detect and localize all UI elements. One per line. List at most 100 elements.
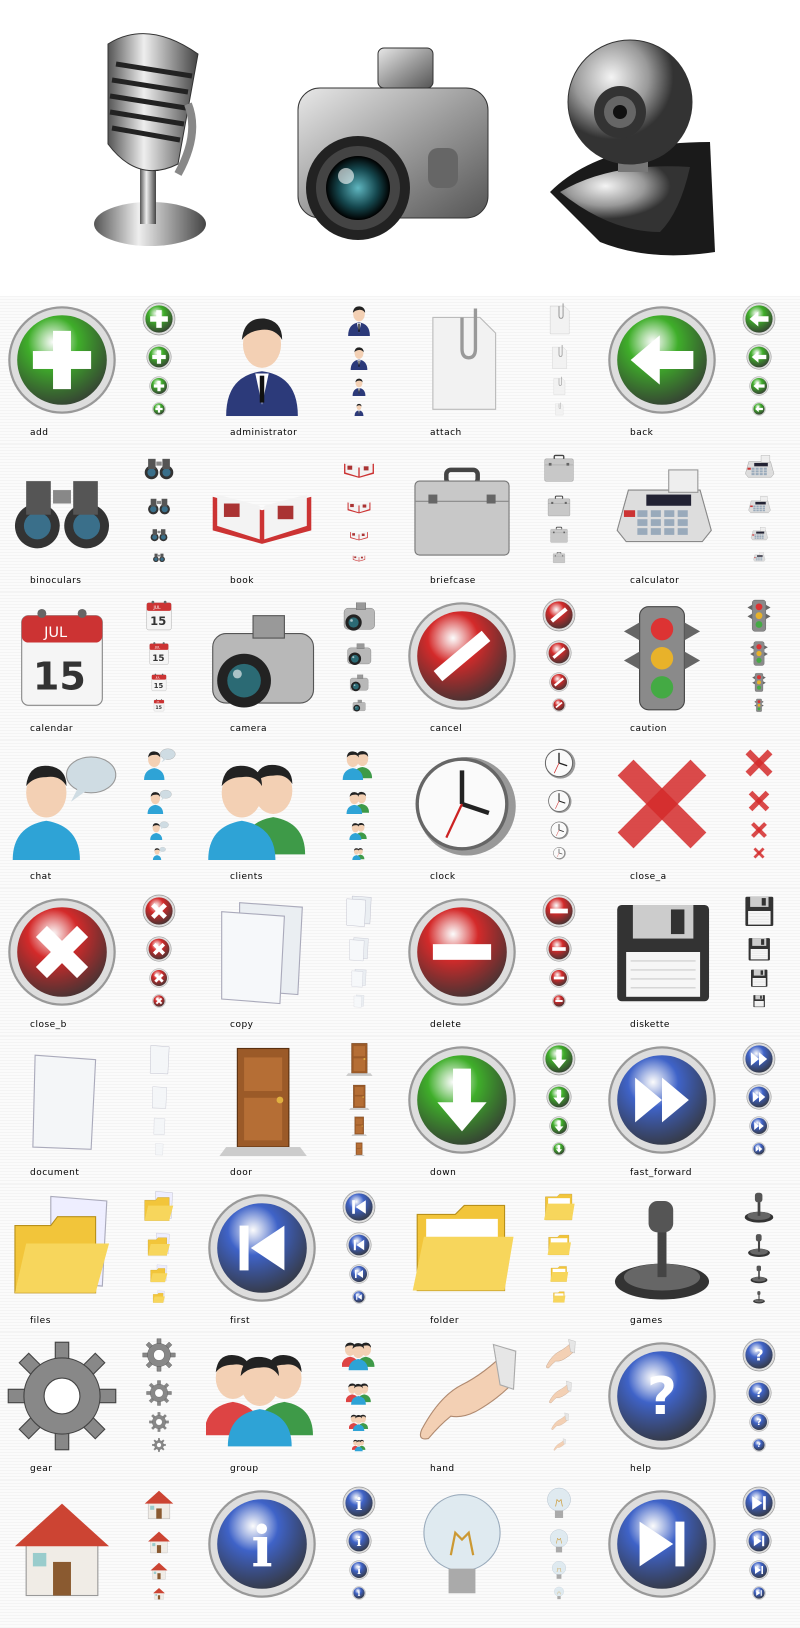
icon-cell[interactable]: book — [200, 444, 400, 592]
icon-label: gear — [30, 1464, 53, 1474]
icon-cell[interactable]: diskette — [600, 888, 800, 1036]
next-icon — [608, 1490, 716, 1598]
cancel-icon — [552, 698, 566, 712]
calculator-icon — [616, 469, 712, 543]
administrator-icon — [226, 318, 298, 416]
diskette-icon — [751, 969, 768, 987]
icon-cell[interactable]: camera — [200, 592, 400, 740]
icon-cell[interactable]: first — [200, 1184, 400, 1332]
icon-cell[interactable]: JUL 15 JUL 15 JUL 15 JUL 15 JUL 15 calendar — [0, 592, 200, 740]
attach-icon — [432, 308, 497, 410]
close-a-icon — [753, 847, 765, 859]
icon-size-variants — [542, 598, 582, 718]
icon-cell[interactable]: games — [600, 1184, 800, 1332]
gear-icon — [146, 1380, 172, 1406]
icon-cell[interactable]: cancel — [400, 592, 600, 740]
first-icon — [346, 1232, 372, 1258]
icon-cell[interactable]: caution — [600, 592, 800, 740]
icon-row: JUL 15 JUL 15 JUL 15 JUL 15 JUL 15 calendar camera … — [0, 592, 800, 740]
folder-icon — [412, 1204, 514, 1292]
icon-cell[interactable]: briefcase — [400, 444, 600, 592]
lightbulb-icon — [423, 1494, 501, 1594]
icon-label: door — [230, 1168, 253, 1178]
icon-size-variants — [542, 1042, 582, 1162]
attach-icon — [553, 376, 566, 395]
cancel-icon — [546, 640, 572, 666]
icon-cell[interactable]: fast_forward — [600, 1036, 800, 1184]
icon-cell[interactable]: chat — [0, 740, 200, 888]
icon-label: clients — [230, 872, 263, 882]
icon-size-variants — [542, 1190, 582, 1310]
icon-cell[interactable]: files — [0, 1184, 200, 1332]
icon-cell[interactable] — [600, 1480, 800, 1628]
copy-icon — [349, 937, 369, 962]
icon-cell[interactable]: delete — [400, 888, 600, 1036]
icon-cell[interactable]: folder — [400, 1184, 600, 1332]
svg-text:?: ? — [756, 1417, 761, 1428]
icon-cell[interactable]: calculator — [600, 444, 800, 592]
icon-cell[interactable]: clients — [200, 740, 400, 888]
help-icon: ? — [749, 1412, 769, 1432]
icon-cell[interactable]: i i i i i — [200, 1480, 400, 1628]
files-icon — [153, 1290, 165, 1303]
icon-cell[interactable] — [0, 1480, 200, 1628]
icon-cell[interactable]: hand — [400, 1332, 600, 1480]
clients-icon — [208, 764, 306, 860]
calendar-icon: JUL15 — [153, 699, 165, 712]
icon-cell[interactable]: binoculars — [0, 444, 200, 592]
svg-text:?: ? — [754, 1345, 763, 1364]
copy-icon — [346, 895, 372, 927]
icon-size-variants — [342, 1338, 382, 1458]
icon-cell[interactable]: ? ? ? ? ? help — [600, 1332, 800, 1480]
next-icon — [749, 1560, 769, 1580]
icon-cell[interactable]: close_b — [0, 888, 200, 1036]
fast-forward-icon — [742, 1042, 776, 1076]
help-icon: ? — [752, 1438, 766, 1452]
icon-label: binoculars — [30, 576, 82, 586]
icon-size-variants — [342, 894, 382, 1014]
icon-cell[interactable]: door — [200, 1036, 400, 1184]
icon-label: folder — [430, 1316, 460, 1326]
files-icon — [150, 1264, 168, 1283]
calculator-icon — [745, 455, 775, 478]
lightbulb-icon — [554, 1586, 564, 1600]
calendar-icon: JUL15 — [149, 642, 169, 665]
icon-cell[interactable]: gear — [0, 1332, 200, 1480]
icon-cell[interactable] — [400, 1480, 600, 1628]
briefcase-icon — [553, 551, 565, 563]
administrator-icon — [352, 378, 366, 396]
delete-icon — [549, 968, 569, 988]
icon-cell[interactable]: copy — [200, 888, 400, 1036]
fast-forward-icon — [608, 1046, 716, 1154]
icon-cell[interactable]: close_a — [600, 740, 800, 888]
calendar-icon: JUL15 — [21, 608, 103, 706]
icon-label: add — [30, 428, 49, 438]
games-icon — [753, 1291, 765, 1304]
svg-text:?: ? — [647, 1367, 677, 1427]
svg-text:i: i — [358, 1589, 361, 1598]
icon-cell[interactable]: group — [200, 1332, 400, 1480]
gear-icon — [152, 1438, 166, 1452]
svg-text:15: 15 — [155, 705, 162, 711]
close-a-icon — [751, 822, 767, 838]
icon-cell[interactable]: administrator — [200, 296, 400, 444]
icon-size-variants — [542, 302, 582, 422]
icon-cell[interactable]: down — [400, 1036, 600, 1184]
icon-cell[interactable]: attach — [400, 296, 600, 444]
down-icon — [546, 1084, 572, 1110]
icon-cell[interactable]: document — [0, 1036, 200, 1184]
icon-size-variants — [142, 746, 182, 866]
svg-text:JUL: JUL — [153, 605, 162, 611]
down-icon — [549, 1116, 569, 1136]
first-icon — [349, 1264, 369, 1284]
briefcase-icon — [550, 526, 568, 543]
icon-label: caution — [630, 724, 667, 734]
icon-cell[interactable]: add — [0, 296, 200, 444]
icon-cell[interactable]: clock — [400, 740, 600, 888]
cancel-icon — [549, 672, 569, 692]
clients-icon — [352, 848, 365, 860]
icon-label: files — [30, 1316, 51, 1326]
attach-icon — [555, 402, 564, 416]
door-icon — [219, 1047, 307, 1156]
icon-cell[interactable]: back — [600, 296, 800, 444]
